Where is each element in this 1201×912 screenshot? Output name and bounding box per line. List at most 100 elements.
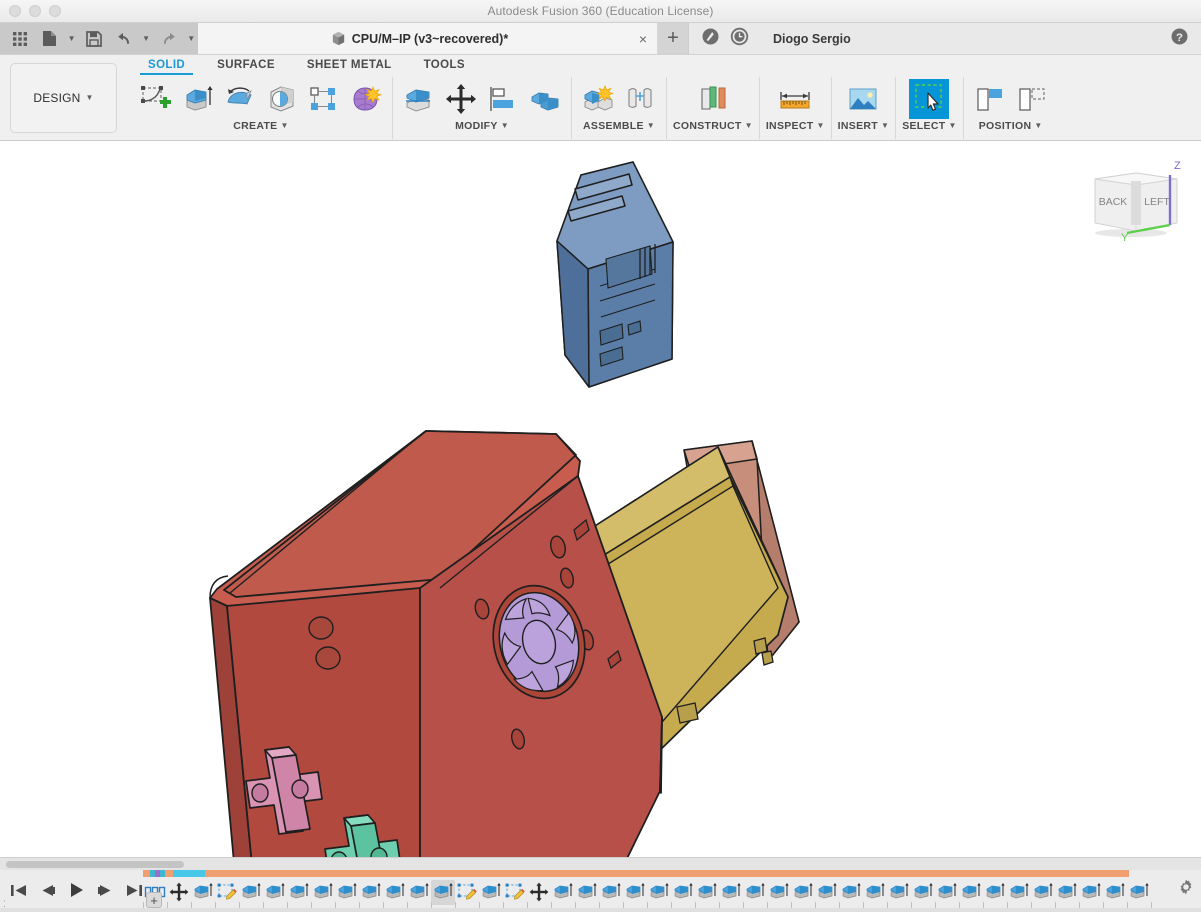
panel-inspect-label[interactable]: INSPECT ▼ [766,120,825,132]
select-window-icon[interactable] [909,79,950,119]
panel-insert-title: INSERT [837,120,878,132]
go-to-beginning-button[interactable] [8,878,28,902]
panel-select-label[interactable]: SELECT ▼ [902,120,956,132]
help-icon[interactable]: ? [1170,27,1189,51]
view-cube[interactable]: BACK LEFT Z Y [1081,153,1191,254]
panel-modify: MODIFY ▼ [392,77,571,139]
create-form-icon[interactable] [346,79,386,119]
file-dropdown-caret-icon[interactable]: ▼ [65,26,79,52]
timeline-corner-handle[interactable]: ⁚ [3,899,6,910]
panel-create-tools [136,77,386,119]
align-icon[interactable] [483,79,523,119]
panel-position-label[interactable]: POSITION ▼ [979,120,1043,132]
extrude-icon[interactable] [178,79,218,119]
tab-sheet-metal[interactable]: SHEET METAL [291,56,408,75]
timeline-add-group-button[interactable]: + [146,892,162,908]
panel-position-tools [970,77,1052,119]
viewcube-face-back[interactable]: BACK [1099,196,1128,208]
job-status-clock-icon[interactable] [730,27,749,51]
measure-icon[interactable] [775,79,815,119]
workspace-switcher-label: DESIGN [33,91,81,105]
timeline-marker-1 [143,870,150,877]
ribbon: DESIGN ▼ SOLID SURFACE SHEET METAL TOOLS [0,55,1201,141]
play-button[interactable] [66,878,86,902]
close-icon[interactable]: × [639,32,647,46]
ribbon-tab-list: SOLID SURFACE SHEET METAL TOOLS [132,55,481,76]
panel-assemble: ASSEMBLE ▼ [571,77,666,139]
panel-construct-tools [693,77,733,119]
chevron-down-icon: ▼ [948,121,957,130]
ribbon-panel-list: CREATE ▼ MODIFY ▼ ASSEMBLE ▼ CONSTRUCT ▼… [130,77,1201,139]
timeline-settings-gear-icon[interactable] [1177,878,1195,901]
tab-surface[interactable]: SURFACE [201,56,291,75]
window-title-bar: Autodesk Fusion 360 (Education License) [0,0,1201,23]
insert-image-icon[interactable] [843,79,883,119]
create-sketch-icon[interactable] [136,79,176,119]
panel-insert-label[interactable]: INSERT ▼ [838,120,890,132]
step-forward-button[interactable] [95,878,115,902]
save-icon[interactable] [80,26,107,52]
panel-modify-label[interactable]: MODIFY ▼ [455,120,509,132]
panel-position: POSITION ▼ [962,77,1058,139]
fusion360-window: Autodesk Fusion 360 (Education License) [0,0,1201,912]
timeline-marker-6 [173,870,205,877]
panel-inspect-tools [775,77,815,119]
user-account-name[interactable]: Diogo Sergio [773,32,851,46]
redo-dropdown-caret-icon[interactable]: ▼ [184,26,198,52]
timeline-bottom-edge [0,908,1201,912]
viewport-canvas[interactable]: BACK LEFT Z Y [0,141,1201,857]
panel-construct-label[interactable]: CONSTRUCT ▼ [673,120,753,132]
chevron-down-icon: ▼ [500,121,509,130]
panel-insert-tools [843,77,883,119]
timeline-marker-5 [165,870,173,877]
undo-dropdown-caret-icon[interactable]: ▼ [139,26,153,52]
revolve-icon[interactable] [220,79,260,119]
offset-plane-icon[interactable] [693,79,733,119]
position-dock-icon[interactable] [970,79,1010,119]
new-tab-button[interactable]: + [658,23,689,54]
chevron-down-icon: ▼ [646,121,655,130]
panel-modify-title: MODIFY [455,120,498,132]
panel-assemble-tools [578,77,660,119]
document-tab[interactable]: CPU/M–IP (v3~recovered)* × [198,23,658,54]
viewcube-axis-y: Y [1121,232,1129,244]
panel-modify-tools [399,77,565,119]
chevron-down-icon: ▼ [744,121,753,130]
panel-select: SELECT ▼ [895,77,962,139]
file-icon[interactable] [35,26,62,52]
timeline-track [143,870,1173,912]
document-tab-label: CPU/M–IP (v3~recovered)* [351,31,509,46]
show-data-panel-icon[interactable] [6,26,33,52]
position-float-icon[interactable] [1012,79,1052,119]
viewcube-face-left[interactable]: LEFT [1144,196,1170,208]
workspace-switcher-design-button[interactable]: DESIGN ▼ [10,63,117,133]
step-back-button[interactable] [37,878,57,902]
combine-icon[interactable] [525,79,565,119]
undo-icon[interactable] [110,26,137,52]
panel-assemble-label[interactable]: ASSEMBLE ▼ [583,120,655,132]
panel-select-title: SELECT [902,120,946,132]
timeline-scrollbar-thumb[interactable] [6,861,184,868]
timeline-playback-controls [8,872,144,908]
tab-solid[interactable]: SOLID [132,56,201,75]
move-copy-icon[interactable] [441,79,481,119]
press-pull-icon[interactable] [399,79,439,119]
tab-tools[interactable]: TOOLS [408,56,481,75]
panel-construct-title: CONSTRUCT [673,120,742,132]
tabstrip-right-controls: Diogo Sergio ? [689,23,1201,54]
document-tab-strip: ▼ ▼ ▼ CPU/M–IP (v3~recovered)* × + Diogo… [0,23,1201,55]
panel-create: CREATE ▼ [130,77,392,139]
timeline-scrollbar-track[interactable] [0,858,1201,870]
extension-icon[interactable] [701,27,720,51]
panel-construct: CONSTRUCT ▼ [666,77,759,139]
chevron-down-icon: ▼ [880,121,890,130]
panel-create-label[interactable]: CREATE ▼ [233,120,288,132]
panel-create-title: CREATE [233,120,278,132]
hole-icon[interactable] [262,79,302,119]
joint-icon[interactable] [620,79,660,119]
new-component-icon[interactable] [578,79,618,119]
go-to-end-button[interactable] [124,878,144,902]
quick-access-toolbar: ▼ ▼ ▼ [0,23,198,54]
redo-icon[interactable] [155,26,182,52]
rectangular-pattern-icon[interactable] [304,79,344,119]
